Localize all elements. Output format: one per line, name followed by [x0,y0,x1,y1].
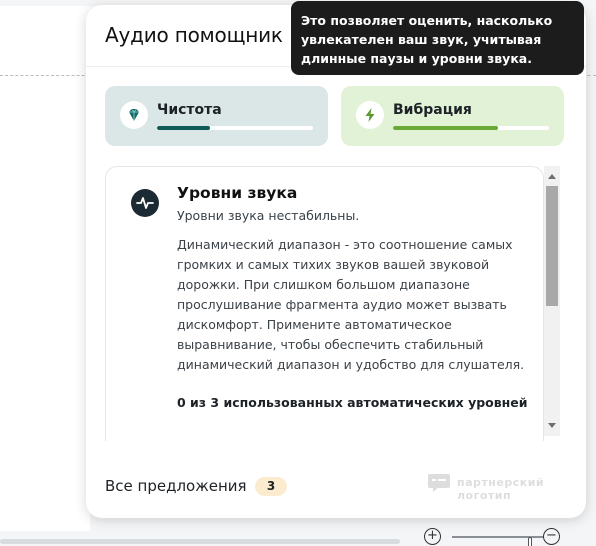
tooltip-text: Это позволяет оценить, насколько увлекат… [301,13,553,66]
tip-subtitle: Уровни звука нестабильны. [177,208,360,223]
diamond-icon [120,101,148,129]
scroll-down-arrow-icon[interactable] [548,423,556,428]
all-suggestions-link[interactable]: Все предложения [105,477,247,495]
partner-logo-text: партнерский логотип [457,476,545,502]
scroll-up-arrow-icon[interactable] [548,174,556,179]
sound-levels-tip-card: Уровни звука Уровни звука нестабильны. Д… [105,166,544,441]
scrollbar-thumb[interactable] [546,186,558,306]
zoom-slider[interactable] [452,536,544,546]
panel-title: Аудио помощник [105,23,283,47]
zoom-out-button[interactable]: − [543,528,560,545]
waveform-icon [131,189,159,217]
metric-clarity-progress-fill [157,126,211,130]
tip-title: Уровни звука [177,184,298,202]
tip-scrollbar[interactable] [544,166,560,436]
metric-vibration-progress-fill [393,126,498,130]
metric-vibration-label: Вибрация [393,102,472,118]
lightning-icon [356,101,384,129]
tip-description: Динамический диапазон - это соотношение … [177,237,525,372]
zoom-in-button[interactable]: + [424,528,441,545]
metric-clarity-progress [157,126,313,130]
canvas-sheet-lower [0,76,90,531]
suggestions-count-badge: 3 [255,477,287,496]
metric-clarity-label: Чистота [157,102,222,118]
zoom-controls: + − [420,528,596,546]
horizontal-scrollbar[interactable] [0,539,400,544]
canvas-sheet [0,6,100,76]
metric-vibration-card[interactable]: Вибрация [341,86,564,146]
metric-vibration-progress [393,126,549,130]
audio-assistant-panel: Аудио помощник Чистота Вибрация Уровни з… [86,5,586,518]
zoom-slider-thumb[interactable] [528,537,533,546]
metric-clarity-card[interactable]: Чистота [105,86,328,146]
info-tooltip: Это позволяет оценить, насколько увлекат… [291,1,584,75]
auto-levels-usage: 0 из 3 использованных автоматических уро… [177,395,528,410]
